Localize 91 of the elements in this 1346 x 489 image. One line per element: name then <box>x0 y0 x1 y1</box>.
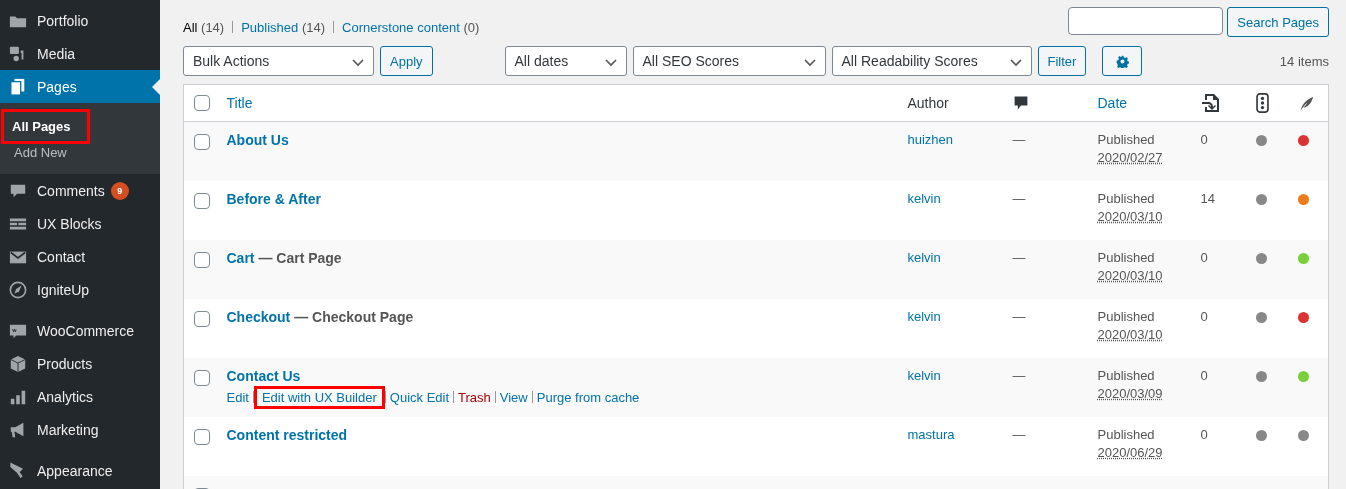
linked-document-icon <box>1200 93 1221 113</box>
link-count: 0 <box>1200 367 1208 383</box>
link-count: 0 <box>1200 132 1208 147</box>
chevron-down-icon <box>1009 59 1022 67</box>
comment-count: — <box>1012 367 1026 383</box>
comment-icon <box>1012 95 1029 111</box>
filter-dropdown[interactable]: All SEO Scores <box>632 46 826 76</box>
post-status: Published <box>1097 249 1156 265</box>
chevron-down-icon <box>352 59 364 67</box>
column-header: Author <box>907 95 949 111</box>
menu-item[interactable]: WooCommerce <box>0 314 160 347</box>
row-action-link[interactable]: Trash <box>457 389 492 405</box>
traffic-light-icon <box>1255 93 1269 113</box>
post-date: 2020/06/29 <box>1097 444 1163 460</box>
menu-item[interactable]: Portfolio <box>0 4 160 37</box>
apply-button[interactable]: Apply <box>380 46 433 76</box>
link-count: 0 <box>1200 308 1208 324</box>
link-count: 0 <box>1200 249 1208 265</box>
author-link[interactable]: kelvin <box>907 249 941 265</box>
comment-count: — <box>1012 308 1026 324</box>
row-checkbox[interactable] <box>194 428 210 445</box>
page-title-link[interactable]: Before & After <box>226 190 321 207</box>
menu-item[interactable]: Marketing <box>0 413 160 446</box>
settings-button[interactable] <box>1102 46 1143 76</box>
page-state-label: — Checkout Page <box>293 308 414 325</box>
post-status: Published <box>1097 308 1156 324</box>
search-button[interactable]: Search Pages <box>1227 7 1329 37</box>
row-checkbox[interactable] <box>194 134 210 150</box>
settings-icon <box>1115 54 1129 68</box>
view-filter-link[interactable]: All (14) <box>183 20 225 35</box>
filter-dropdown[interactable]: All dates <box>504 46 627 76</box>
author-link[interactable]: mastura <box>907 426 955 442</box>
pages-icon <box>9 77 27 96</box>
author-link[interactable]: kelvin <box>907 308 941 324</box>
page-title-link[interactable]: About Us <box>226 132 289 148</box>
view-filter-link[interactable]: Cornerstone content (0) <box>342 20 480 35</box>
row-action-link[interactable]: Purge from cache <box>535 389 641 405</box>
menu-item[interactable]: Products <box>0 347 160 380</box>
menu-item[interactable]: Analytics <box>0 380 160 413</box>
comment-count: — <box>1012 426 1026 442</box>
post-status: Published <box>1097 426 1156 442</box>
post-date: 2020/03/10 <box>1097 326 1163 342</box>
menu-item[interactable]: UX Blocks <box>0 207 160 240</box>
row-checkbox[interactable] <box>194 251 210 268</box>
row-action-link[interactable]: Edit with UX Builder <box>256 388 382 406</box>
row-checkbox[interactable] <box>194 310 210 327</box>
bulk-actions-dropdown[interactable]: Bulk Actions <box>183 46 374 76</box>
chevron-down-icon <box>604 59 617 67</box>
row-checkbox[interactable] <box>194 192 210 209</box>
page-title-link[interactable]: Contact Us <box>226 367 301 384</box>
row-action-link[interactable]: View <box>498 389 529 405</box>
comment-count: — <box>1012 249 1026 265</box>
box-icon <box>9 354 27 373</box>
column-header-link[interactable]: Title <box>226 95 253 111</box>
link-count: 0 <box>1200 426 1208 442</box>
post-date: 2020/03/09 <box>1097 385 1163 401</box>
feather-icon <box>1297 94 1315 112</box>
items-count: 14 items <box>1279 53 1329 69</box>
filter-button[interactable]: Filter <box>1037 46 1087 76</box>
row-action-link[interactable]: Quick Edit <box>388 389 451 405</box>
page-title-link[interactable]: Content restricted <box>226 426 348 443</box>
page-title-link[interactable]: Checkout <box>226 308 291 325</box>
comment-count: — <box>1012 132 1026 147</box>
menu-item[interactable]: Contact <box>0 240 160 273</box>
filter-dropdown[interactable]: All Readability Scores <box>831 46 1032 76</box>
page-title-link[interactable]: Cart <box>226 249 255 266</box>
menu-item[interactable]: Appearance <box>0 454 160 487</box>
post-status: Published <box>1097 132 1156 147</box>
menu-item[interactable]: Comments 9 <box>0 174 160 207</box>
page-state-label: — Cart Page <box>257 249 342 266</box>
author-link[interactable]: kelvin <box>907 367 941 383</box>
view-filter-link[interactable]: Published (14) <box>241 20 326 35</box>
post-date: 2020/03/10 <box>1097 208 1163 224</box>
menu-item[interactable]: Media <box>0 37 160 70</box>
menu-item[interactable]: Pages <box>0 70 160 103</box>
search-field[interactable] <box>1068 7 1224 35</box>
post-date: 2020/02/27 <box>1097 150 1163 165</box>
post-status: Published <box>1097 367 1156 383</box>
menu-item[interactable]: IgniteUp <box>0 273 160 306</box>
post-date: 2020/03/10 <box>1097 267 1163 283</box>
count-badge: 9 <box>110 181 129 200</box>
column-header-link[interactable]: Date <box>1097 95 1128 111</box>
link-count: 14 <box>1200 190 1215 206</box>
row-checkbox[interactable] <box>194 369 210 386</box>
chevron-down-icon <box>803 59 816 67</box>
row-action-link[interactable]: Edit <box>225 389 250 405</box>
author-link[interactable]: kelvin <box>907 190 941 206</box>
comment-count: — <box>1012 190 1026 206</box>
post-status: Published <box>1097 190 1156 206</box>
select-all-checkbox[interactable] <box>194 95 210 111</box>
author-link[interactable]: huizhen <box>907 132 954 147</box>
